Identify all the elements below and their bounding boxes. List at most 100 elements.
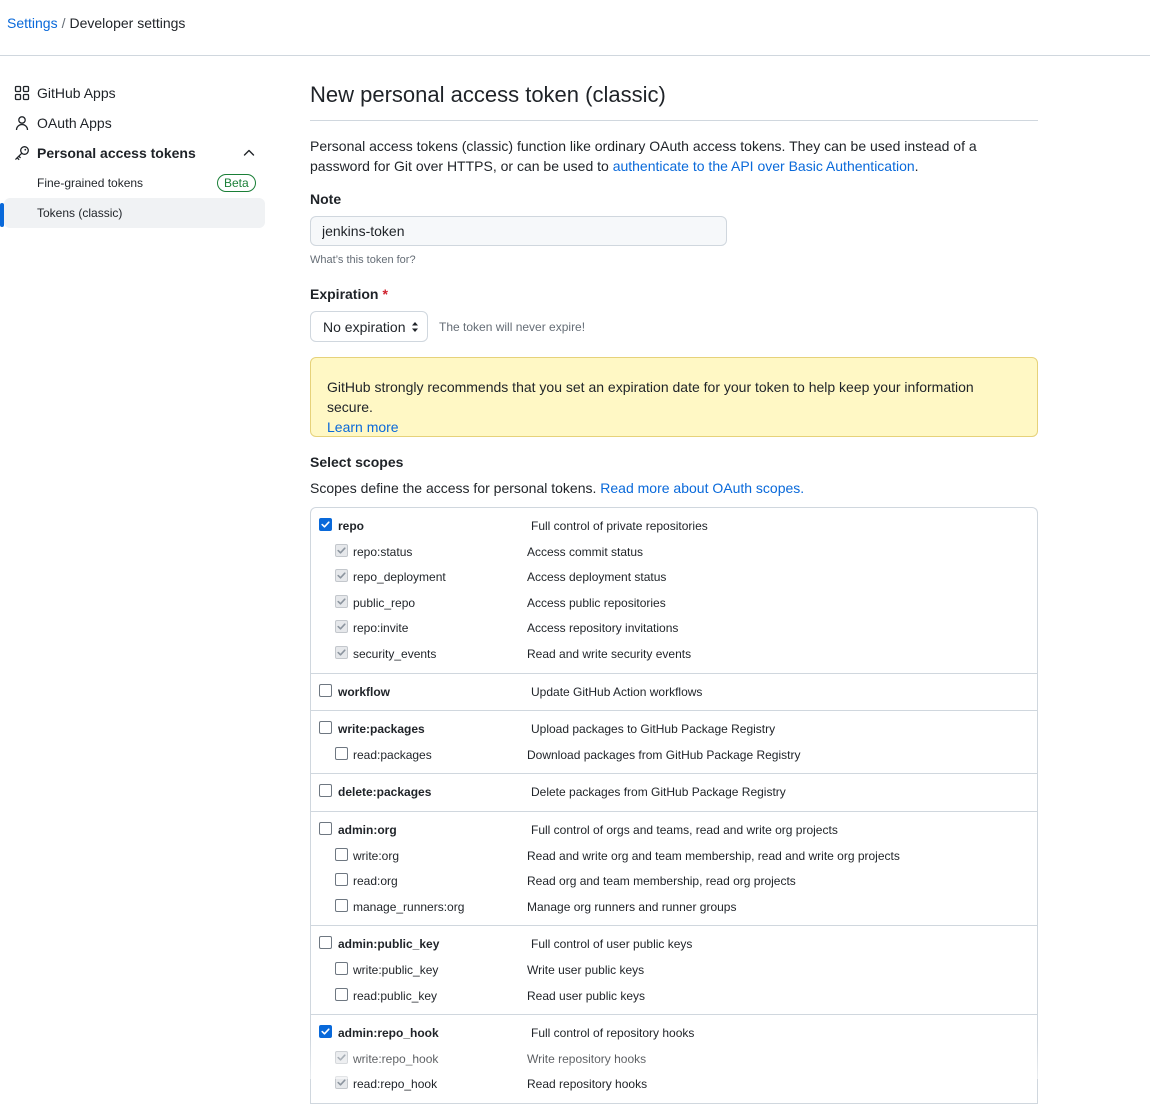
sidebar-item-personal-access-tokens[interactable]: Personal access tokens	[0, 138, 266, 168]
scope-group: write:packages Upload packages to GitHub …	[311, 711, 1037, 775]
note-section: Note What’s this token for?	[310, 190, 1038, 267]
scope-name: read:public_key	[353, 988, 438, 1003]
warning-text: GitHub strongly recommends that you set …	[327, 379, 974, 415]
scopes-description-text: Scopes define the access for personal to…	[310, 480, 601, 496]
scope-checkbox[interactable]	[319, 518, 332, 531]
scope-description: Full control of private repositories	[531, 519, 708, 533]
subscope-row: repo_deployment Access deployment status	[311, 565, 1037, 591]
note-input[interactable]	[310, 216, 727, 246]
scope-group: workflow Update GitHub Action workflows	[311, 674, 1037, 712]
expiration-select-value: No expiration	[323, 318, 406, 335]
breadcrumb-settings-link[interactable]: Settings	[7, 15, 58, 31]
sidebar-item-label: GitHub Apps	[37, 85, 116, 101]
scope-checkbox	[335, 543, 348, 557]
checkmark-icon	[321, 1028, 330, 1035]
scope-description: Read and write security events	[527, 646, 692, 661]
scope-description: Access repository invitations	[527, 621, 679, 636]
sidebar: GitHub Apps OAuth Apps Personal access t…	[0, 78, 266, 228]
checkmark-icon	[337, 546, 346, 554]
scope-name: security_events	[353, 646, 437, 661]
intro-text: Personal access tokens (classic) functio…	[310, 136, 1038, 176]
scope-checkbox[interactable]	[335, 898, 348, 912]
note-label: Note	[310, 191, 342, 207]
page-title: New personal access token (classic)	[310, 80, 1038, 121]
scope-checkbox[interactable]	[335, 847, 348, 861]
scope-description: Write user public keys	[527, 962, 645, 977]
subscope-row: write:repo_hook Write repository hooks	[311, 1047, 1037, 1073]
expiration-row: No expiration The token will never expir…	[310, 311, 1038, 342]
checkmark-icon	[337, 623, 346, 630]
scope-description: Update GitHub Action workflows	[531, 684, 703, 699]
scope-group: admin:public_key Full control of user pub…	[311, 926, 1037, 1016]
scopes-description: Scopes define the access for personal to…	[310, 479, 1038, 497]
scope-row: workflow Update GitHub Action workflows	[311, 680, 1037, 706]
scope-checkbox[interactable]	[319, 821, 332, 835]
scope-checkbox[interactable]	[335, 746, 348, 760]
scope-row: write:packages Upload packages to GitHub …	[311, 717, 1037, 743]
scope-name: repo:status	[353, 544, 413, 559]
intro-text-end: .	[914, 158, 919, 174]
scope-description: Full control of user public keys	[531, 937, 693, 952]
sidebar-item-label: Personal access tokens	[37, 145, 196, 161]
subscope-row: read:packages Download packages from GitH…	[311, 743, 1037, 769]
scope-name: manage_runners:org	[353, 899, 465, 914]
scope-name: workflow	[338, 684, 391, 699]
scope-checkbox[interactable]	[319, 683, 332, 697]
scope-description: Access commit status	[527, 544, 644, 559]
scope-description: Download packages from GitHub Package Re…	[527, 747, 801, 762]
scope-checkbox[interactable]	[319, 936, 332, 950]
scope-checkbox[interactable]	[335, 987, 348, 1001]
subscope-row: repo:invite Access repository invitations	[311, 616, 1037, 642]
scope-name: write:repo_hook	[353, 1051, 439, 1066]
expiration-warning-banner: GitHub strongly recommends that you set …	[310, 357, 1038, 437]
sidebar-item-label: OAuth Apps	[37, 115, 112, 131]
subscope-row: write:org Read and write org and team mem…	[311, 844, 1037, 870]
scope-group: admin:org Full control of orgs and teams,…	[311, 812, 1037, 927]
expiration-note: The token will never expire!	[439, 319, 586, 334]
scope-name: public_repo	[353, 595, 416, 610]
checkmark-icon	[337, 598, 346, 605]
subscope-row: security_events Read and write security e…	[311, 642, 1037, 668]
expiration-label: Expiration *	[310, 285, 1038, 303]
scope-name: repo:invite	[353, 621, 409, 636]
selected-item-indicator	[0, 203, 4, 227]
scope-checkbox	[335, 594, 348, 608]
sidebar-subitem-fine-grained-tokens[interactable]: Fine-grained tokens Beta	[0, 168, 266, 198]
scope-checkbox[interactable]	[319, 784, 332, 798]
scope-row: admin:public_key Full control of user pub…	[311, 932, 1037, 958]
learn-more-link[interactable]: Learn more	[327, 419, 399, 435]
basic-auth-link[interactable]: authenticate to the API over Basic Authe…	[613, 158, 915, 174]
scope-description: Read org and team membership, read org p…	[527, 874, 796, 889]
note-hint: What’s this token for?	[310, 254, 416, 266]
sidebar-item-github-apps[interactable]: GitHub Apps	[0, 78, 266, 108]
apps-grid-icon	[14, 85, 30, 101]
scope-row: delete:packages Delete packages from GitH…	[311, 780, 1037, 806]
sidebar-subitem-label: Fine-grained tokens	[37, 176, 144, 190]
main-content: New personal access token (classic) Pers…	[310, 80, 1038, 1104]
scope-name: write:packages	[338, 722, 425, 737]
expiration-select[interactable]: No expiration	[310, 311, 428, 342]
scope-checkbox	[335, 1076, 348, 1090]
expiration-section: Expiration * No expiration The token will…	[310, 285, 1038, 342]
scope-checkbox[interactable]	[335, 961, 348, 975]
sidebar-subitem-tokens-classic[interactable]: Tokens (classic)	[4, 198, 265, 228]
scopes-title: Select scopes	[310, 454, 404, 470]
scope-name: admin:repo_hook	[338, 1026, 439, 1041]
person-icon	[15, 116, 29, 131]
scope-description: Write repository hooks	[527, 1051, 647, 1066]
sidebar-item-oauth-apps[interactable]: OAuth Apps	[0, 108, 266, 138]
checkmark-icon	[337, 1054, 346, 1061]
checkmark-icon	[321, 521, 330, 528]
subscope-row: manage_runners:org Manage org runners and…	[311, 895, 1037, 921]
oauth-scopes-link[interactable]: Read more about OAuth scopes.	[600, 480, 804, 496]
scope-checkbox[interactable]	[319, 721, 332, 735]
required-asterisk: *	[382, 286, 388, 302]
scope-description: Access public repositories	[527, 595, 666, 610]
scope-description: Access deployment status	[527, 570, 667, 585]
scope-checkbox[interactable]	[335, 873, 348, 887]
chevron-up-icon[interactable]	[241, 145, 257, 161]
scope-row: repo Full control of private repositories	[311, 514, 1037, 540]
scope-checkbox[interactable]	[319, 1025, 332, 1039]
subscope-row: read:org Read org and team membership, re…	[311, 869, 1037, 895]
key-icon	[15, 146, 29, 161]
